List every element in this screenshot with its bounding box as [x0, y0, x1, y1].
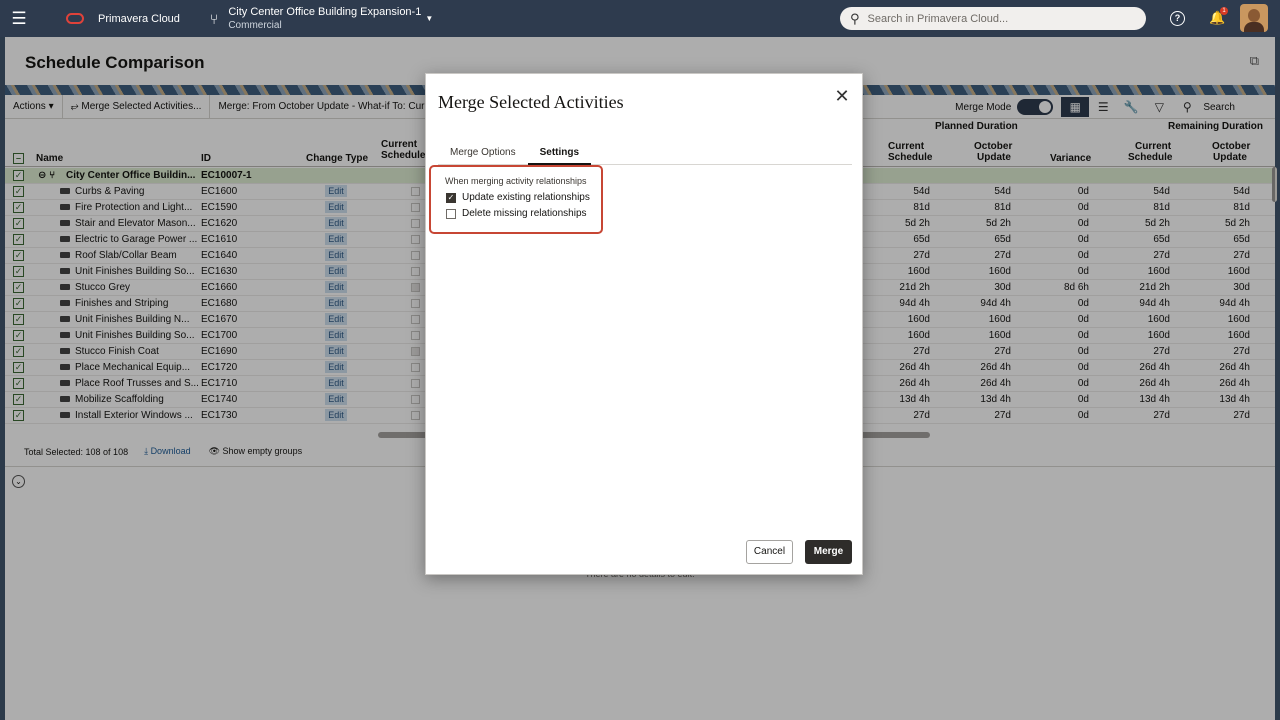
delete-missing-label: Delete missing relationships	[462, 208, 587, 219]
update-existing-relationships-option[interactable]: ✓ Update existing relationships	[446, 192, 590, 203]
dialog-tabs: Merge Options Settings	[438, 143, 852, 165]
top-nav: ☰ Primavera Cloud ⑂ City Center Office B…	[0, 0, 1280, 37]
global-search-input[interactable]: ⚲ Search in Primavera Cloud...	[840, 7, 1146, 30]
notification-badge: 1	[1220, 7, 1228, 15]
project-title: City Center Office Building Expansion-1	[228, 5, 422, 18]
avatar[interactable]	[1240, 4, 1268, 32]
dialog-title: Merge Selected Activities	[438, 92, 624, 112]
project-selector[interactable]: City Center Office Building Expansion-1 …	[228, 6, 421, 32]
oracle-logo-icon	[66, 13, 84, 24]
avatar-body	[1244, 22, 1264, 32]
close-icon[interactable]: ✕	[834, 86, 850, 106]
project-subtitle: Commercial	[228, 19, 282, 31]
update-existing-checkbox[interactable]: ✓	[446, 192, 456, 203]
help-icon[interactable]: ?	[1170, 11, 1185, 26]
search-icon: ⚲	[850, 10, 860, 26]
hamburger-menu-icon[interactable]: ☰	[0, 0, 38, 37]
avatar-head	[1248, 9, 1260, 22]
chevron-down-icon[interactable]: ▼	[425, 14, 433, 23]
merge-selected-activities-dialog: Merge Selected Activities ✕ Merge Option…	[425, 73, 863, 575]
search-placeholder: Search in Primavera Cloud...	[867, 12, 1009, 25]
cancel-button[interactable]: Cancel	[746, 540, 793, 564]
tab-settings[interactable]: Settings	[527, 143, 592, 165]
delete-missing-checkbox[interactable]	[446, 208, 456, 219]
brand-name: Primavera Cloud	[98, 12, 180, 25]
merge-button[interactable]: Merge	[805, 540, 852, 564]
settings-label: When merging activity relationships	[445, 176, 587, 186]
delete-missing-relationships-option[interactable]: Delete missing relationships	[446, 208, 587, 219]
tab-merge-options[interactable]: Merge Options	[438, 143, 528, 165]
project-icon: ⑂	[209, 10, 219, 27]
update-existing-label: Update existing relationships	[462, 192, 590, 203]
